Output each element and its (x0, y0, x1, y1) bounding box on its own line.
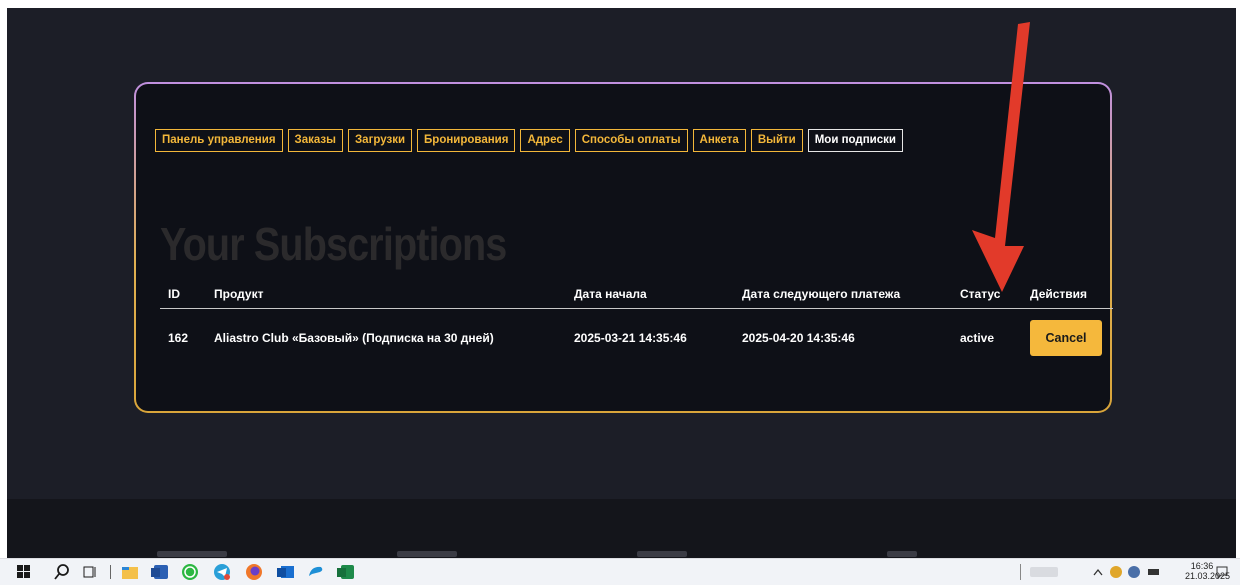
col-next-payment: Дата следующего платежа (742, 287, 901, 301)
nav-orders[interactable]: Заказы (287, 129, 343, 152)
firefox-icon[interactable] (244, 562, 264, 582)
notifications-icon[interactable] (1212, 562, 1232, 582)
search-icon[interactable] (52, 562, 72, 582)
nav-my-subscriptions[interactable]: Мои подписки (807, 129, 903, 152)
cell-next-payment: 2025-04-20 14:35:46 (742, 331, 855, 345)
word-icon[interactable] (150, 562, 170, 582)
tray-app-icon[interactable] (1106, 562, 1126, 582)
nav-profile-form[interactable]: Анкета (692, 129, 746, 152)
col-start-date: Дата начала (574, 287, 647, 301)
nav-downloads[interactable]: Загрузки (347, 129, 413, 152)
account-card: Панель управления Заказы Загрузки Бронир… (134, 82, 1113, 413)
cell-id: 162 (168, 331, 189, 345)
col-product: Продукт (214, 287, 264, 301)
outlook-icon[interactable] (276, 562, 296, 582)
whatsapp-icon[interactable] (180, 562, 200, 582)
table-header-row: ID Продукт Дата начала Дата следующего п… (160, 280, 1113, 309)
task-view-icon[interactable] (80, 562, 100, 582)
cell-product: Aliastro Club «Базовый» (Подписка на 30 … (214, 331, 494, 345)
col-status: Статус (960, 287, 1001, 301)
nav-payment-methods[interactable]: Способы оплаты (574, 129, 688, 152)
nav-address[interactable]: Адрес (520, 129, 570, 152)
subscriptions-table: ID Продукт Дата начала Дата следующего п… (160, 280, 1113, 367)
telegram-icon[interactable] (212, 562, 232, 582)
nav-logout[interactable]: Выйти (750, 129, 803, 152)
browser-viewport: Панель управления Заказы Загрузки Бронир… (7, 8, 1236, 558)
battery-icon[interactable] (1144, 562, 1164, 582)
network-icon[interactable] (1124, 562, 1144, 582)
page-title: Your Subscriptions (160, 218, 507, 270)
file-explorer-icon[interactable] (120, 562, 140, 582)
site-footer (7, 499, 1236, 558)
cell-actions: Cancel (1022, 309, 1113, 368)
cell-start-date: 2025-03-21 14:35:46 (574, 331, 687, 345)
windows-start-icon[interactable] (14, 562, 34, 582)
cancel-subscription-button[interactable]: Cancel (1030, 320, 1102, 356)
nav-bookings[interactable]: Бронирования (417, 129, 516, 152)
footer-cutoff-text (157, 551, 917, 557)
cell-status: active (960, 331, 995, 345)
windows-taskbar: 16:36 21.03.2025 (0, 558, 1240, 585)
edge-icon[interactable] (306, 562, 326, 582)
tray-divider (1020, 564, 1021, 580)
tray-hidden-apps-icon[interactable] (1030, 567, 1058, 577)
col-id: ID (168, 287, 180, 301)
nav-dashboard[interactable]: Панель управления (155, 129, 283, 152)
excel-icon[interactable] (336, 562, 356, 582)
table-row: 162 Aliastro Club «Базовый» (Подписка на… (160, 309, 1113, 368)
chevron-up-icon[interactable] (1088, 562, 1108, 582)
col-actions: Действия (1030, 287, 1088, 301)
taskbar-divider (110, 565, 111, 579)
account-nav: Панель управления Заказы Загрузки Бронир… (155, 129, 903, 152)
